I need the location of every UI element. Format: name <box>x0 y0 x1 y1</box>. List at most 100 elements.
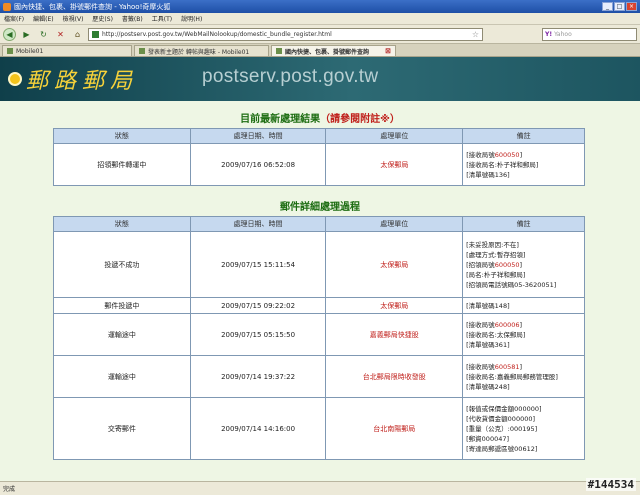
note-line: [接收局名:嘉義郵局郵務管理股] <box>466 372 558 381</box>
notes-cell: [未妥投原因:不在] [處理方式:暫存招領] [招領局號600050] [局名:朴子祥… <box>462 231 585 298</box>
navigation-toolbar: ◀ ▶ ↻ ✕ ⌂ http://postserv.post.gov.tw/We… <box>0 25 640 44</box>
table-row: 運輸途中 2009/07/14 19:37:22 台北郵局限時收發股 [接收局號… <box>53 355 585 398</box>
note-line: [接收局號600050] <box>466 150 523 159</box>
unit-cell[interactable]: 台北郵局限時收發股 <box>325 355 464 398</box>
window-controls: _ □ × <box>602 2 637 11</box>
header-unit: 處理單位 <box>325 128 464 144</box>
latest-note-link[interactable]: （請參閱附註※） <box>320 114 400 125</box>
menu-view[interactable]: 檢視(V) <box>63 14 84 23</box>
office-code-link[interactable]: 600050 <box>495 151 520 159</box>
unit-cell[interactable]: 台北南陽郵局 <box>325 397 464 460</box>
note-line: [處理方式:暫存招領] <box>466 250 526 259</box>
stop-button[interactable]: ✕ <box>54 28 67 41</box>
yahoo-search-icon: Y! <box>545 30 553 38</box>
office-code-link[interactable]: 600006 <box>495 321 520 329</box>
datetime-cell: 2009/07/14 19:37:22 <box>189 355 327 398</box>
note-line: [接收局名:朴子祥和郵局] <box>466 160 539 169</box>
datetime-cell: 2009/07/16 06:52:08 <box>189 143 327 186</box>
tab-mobile01[interactable]: Mobile01 <box>2 45 132 56</box>
latest-result-title: 目前最新處理結果（請參閱附註※） <box>240 114 400 125</box>
header-unit: 處理單位 <box>325 216 464 232</box>
note-line: [代收貨價金額000000] <box>466 414 536 423</box>
unit-cell[interactable]: 太保郵局 <box>325 297 464 314</box>
office-code-link[interactable]: 600050 <box>495 261 520 269</box>
forward-button[interactable]: ▶ <box>20 28 33 41</box>
tab-label: Mobile01 <box>16 47 44 55</box>
bookmark-star-icon[interactable]: ☆ <box>472 30 479 39</box>
window-title: 國內快捷、包裹、掛號郵件查詢 - Yahoo!奇摩火狐 <box>14 2 171 11</box>
site-logo: 郵路郵局 <box>26 69 139 94</box>
close-button[interactable]: × <box>626 2 637 11</box>
url-bar[interactable]: http://postserv.post.gov.tw/WebMailNoloo… <box>88 27 483 41</box>
status-bar: 完成 <box>0 481 640 495</box>
reload-button[interactable]: ↻ <box>37 28 50 41</box>
menu-bookmarks[interactable]: 書籤(B) <box>122 14 143 23</box>
notes-cell: [報值或保價金額000000] [代收貨價金額000000] [重量（公克）:000… <box>462 397 585 460</box>
url-text: http://postserv.post.gov.tw/WebMailNoloo… <box>102 30 332 38</box>
note-line: [寄達局郵遞區號00612] <box>466 444 538 453</box>
main-content: 目前最新處理結果（請參閱附註※） 狀態 處理日期、時間 處理單位 備註 招領郵件… <box>0 101 640 460</box>
tab-label: 國內快捷、包裹、掛號郵件查詢 <box>285 48 370 56</box>
header-notes: 備註 <box>462 128 585 144</box>
tab-label: 發表新主題於 轉帖與趣味 - Mobile01 <box>148 48 250 56</box>
unit-cell[interactable]: 嘉義郵局快捷股 <box>325 313 464 356</box>
watermark: #144534 <box>585 478 636 491</box>
table-row: 投遞不成功 2009/07/15 15:11:54 太保郵局 [未妥投原因:不在… <box>53 231 585 298</box>
menu-file[interactable]: 檔案(F) <box>4 14 24 23</box>
menu-help[interactable]: 說明(H) <box>181 14 202 23</box>
tab-bar: Mobile01 發表新主題於 轉帖與趣味 - Mobile01 國內快捷、包裹… <box>0 44 640 57</box>
firefox-icon <box>3 2 11 11</box>
minimize-button[interactable]: _ <box>602 2 613 11</box>
window-titlebar: 國內快捷、包裹、掛號郵件查詢 - Yahoo!奇摩火狐 _ □ × <box>0 0 640 13</box>
office-code-link[interactable]: 600581 <box>495 363 520 371</box>
datetime-cell: 2009/07/14 14:16:00 <box>189 397 327 460</box>
status-cell: 郵件投遞中 <box>53 297 191 314</box>
menu-edit[interactable]: 編輯(E) <box>33 14 53 23</box>
tab-favicon <box>276 48 282 54</box>
post-logo-icon <box>8 72 22 86</box>
tab-post-query[interactable]: 國內快捷、包裹、掛號郵件查詢 ⊠ <box>271 45 396 56</box>
back-button[interactable]: ◀ <box>3 27 16 41</box>
datetime-cell: 2009/07/15 09:22:02 <box>189 297 327 314</box>
datetime-cell: 2009/07/15 15:11:54 <box>189 231 327 298</box>
site-favicon <box>92 30 99 38</box>
menu-bar: 檔案(F) 編輯(E) 檢視(V) 歷史(S) 書籤(B) 工具(T) 說明(H… <box>0 13 640 25</box>
note-line: [未妥投原因:不在] <box>466 240 519 249</box>
tab-close-icon[interactable]: ⊠ <box>385 47 391 55</box>
table-header-row: 狀態 處理日期、時間 處理單位 備註 <box>53 216 585 232</box>
table-row: 招領郵件轉運中 2009/07/16 06:52:08 太保郵局 [接收局號60… <box>53 143 585 186</box>
maximize-button[interactable]: □ <box>614 2 625 11</box>
note-line: [局名:朴子祥和郵局] <box>466 270 526 279</box>
site-domain: postserv.post.gov.tw <box>202 66 379 87</box>
note-line: [郵資000047] <box>466 434 510 443</box>
table-row: 郵件投遞中 2009/07/15 09:22:02 太保郵局 [清單號碼148] <box>53 297 585 314</box>
status-text: 完成 <box>3 486 16 493</box>
header-status: 狀態 <box>53 216 191 232</box>
status-cell: 投遞不成功 <box>53 231 191 298</box>
tab-favicon <box>139 48 145 54</box>
header-status: 狀態 <box>53 128 191 144</box>
note-line: [清單號碼361] <box>466 340 510 349</box>
note-line: [招領局電話號碼05-3620051] <box>466 280 557 289</box>
note-line: [清單號碼148] <box>466 301 510 310</box>
status-cell: 交寄郵件 <box>53 397 191 460</box>
datetime-cell: 2009/07/15 05:15:50 <box>189 313 327 356</box>
site-banner: 郵路郵局 postserv.post.gov.tw <box>0 57 640 101</box>
note-line: [招領局號600050] <box>466 260 523 269</box>
menu-history[interactable]: 歷史(S) <box>92 14 113 23</box>
menu-tools[interactable]: 工具(T) <box>152 14 172 23</box>
header-notes: 備註 <box>462 216 585 232</box>
note-line: [清單號碼136] <box>466 170 510 179</box>
note-line: [接收局號600581] <box>466 362 523 371</box>
table-row: 運輸途中 2009/07/15 05:15:50 嘉義郵局快捷股 [接收局號60… <box>53 313 585 356</box>
tab-mobile01-post[interactable]: 發表新主題於 轉帖與趣味 - Mobile01 <box>134 45 269 56</box>
header-datetime: 處理日期、時間 <box>189 216 327 232</box>
header-datetime: 處理日期、時間 <box>189 128 327 144</box>
home-button[interactable]: ⌂ <box>71 28 84 41</box>
note-line: [報值或保價金額000000] <box>466 404 542 413</box>
note-line: [接收局號600006] <box>466 320 523 329</box>
unit-cell[interactable]: 太保郵局 <box>325 143 464 186</box>
search-box[interactable]: Y! Yahoo <box>542 27 637 41</box>
table-row: 交寄郵件 2009/07/14 14:16:00 台北南陽郵局 [報值或保價金額… <box>53 397 585 460</box>
unit-cell[interactable]: 太保郵局 <box>325 231 464 298</box>
